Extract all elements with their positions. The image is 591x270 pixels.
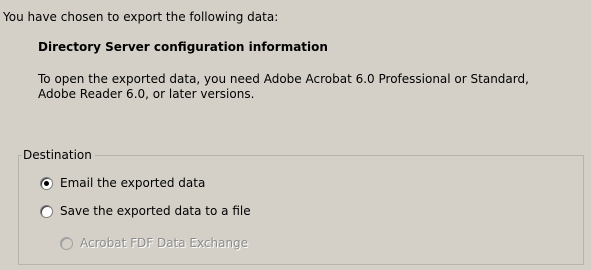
save-to-file-option-label[interactable]: Save the exported data to a file bbox=[60, 204, 251, 218]
intro-text: You have chosen to export the following … bbox=[3, 10, 279, 24]
export-panel: You have chosen to export the following … bbox=[0, 0, 591, 270]
email-option-label[interactable]: Email the exported data bbox=[60, 176, 205, 190]
export-title: Directory Server configuration informati… bbox=[38, 40, 328, 54]
save-to-file-radio-button[interactable] bbox=[40, 204, 53, 218]
fdf-data-exchange-option: Acrobat FDF Data Exchange bbox=[60, 236, 248, 250]
save-to-file-option[interactable]: Save the exported data to a file bbox=[40, 204, 251, 218]
email-radio-button[interactable] bbox=[40, 176, 53, 190]
fdf-data-exchange-radio-button bbox=[60, 236, 73, 250]
description-line: Adobe Reader 6.0, or later versions. bbox=[38, 87, 255, 101]
description-line: To open the exported data, you need Adob… bbox=[38, 72, 529, 86]
fdf-data-exchange-option-label: Acrobat FDF Data Exchange bbox=[80, 236, 249, 250]
export-description: To open the exported data, you need Adob… bbox=[38, 72, 529, 102]
email-option[interactable]: Email the exported data bbox=[40, 176, 205, 190]
destination-group-label: Destination bbox=[22, 148, 95, 162]
